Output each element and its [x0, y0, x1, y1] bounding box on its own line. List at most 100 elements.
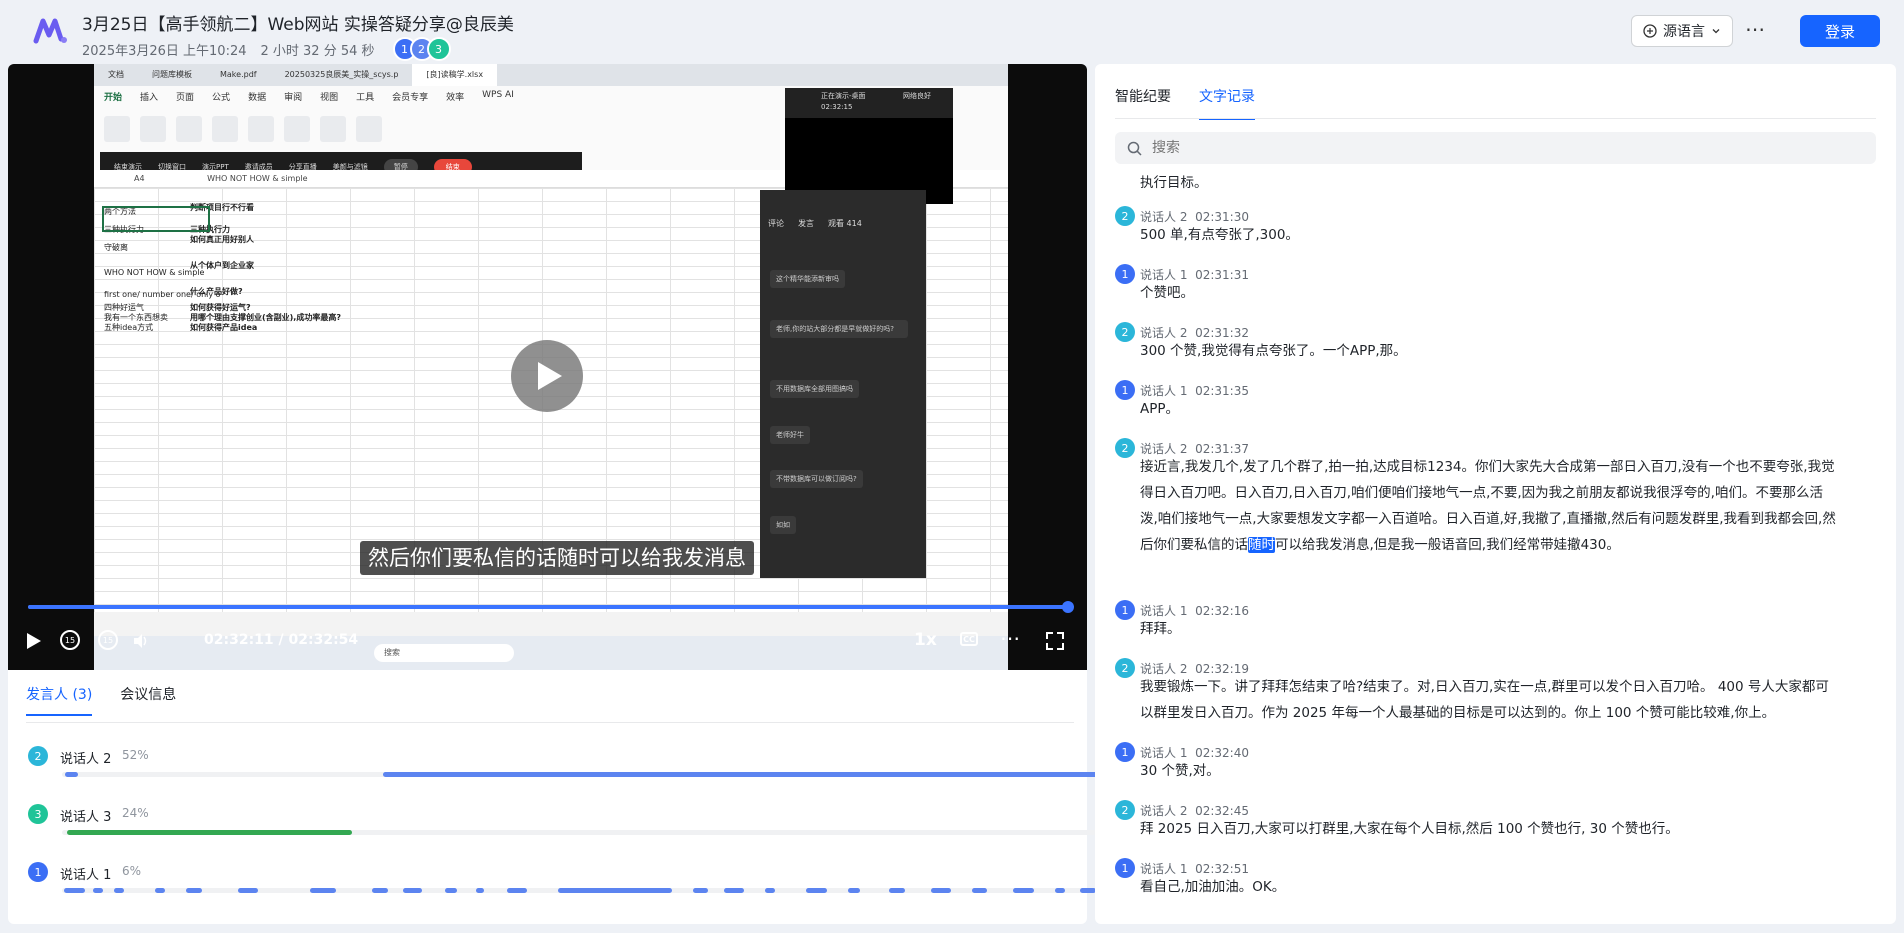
speakers-panel: 发言人 (3) 会议信息 2 说话人 2 52% 3 说话人 3 24% 1 说…: [8, 670, 1417, 924]
transcript-search[interactable]: [1115, 132, 1876, 164]
avatar: 3: [426, 37, 451, 61]
speech-segment: [692, 888, 709, 893]
speech-segment: [155, 888, 166, 893]
speaker-badge: 2: [1115, 438, 1135, 458]
speech-segment: [971, 888, 988, 893]
captions-icon[interactable]: CC: [960, 632, 978, 646]
speaker-tabs: 发言人 (3) 会议信息: [26, 684, 176, 716]
ribbon-menu-item: 开始: [104, 93, 123, 103]
speech-segment: [372, 888, 388, 893]
ribbon-menu-item: 公式: [212, 93, 231, 103]
source-language-button[interactable]: 源语言: [1631, 15, 1733, 47]
preview-network: 网络良好: [903, 92, 931, 100]
sheet-cell: 五种idea方式: [104, 323, 154, 332]
transcript-panel: 智能纪要 文字记录 执行目标。 2 说话人 2 02:31:30 500 单,有…: [1095, 64, 1896, 924]
speaker-percent: 6%: [122, 864, 142, 878]
ribbon-menu-item: WPS AI: [482, 90, 514, 100]
ribbon-menu-item: 插入: [140, 93, 159, 103]
tab-speakers[interactable]: 发言人 (3): [26, 684, 93, 716]
entry-text: 拜 2025 日入百刀,大家可以打群里,大家在每个人目标,然后 100 个赞也行…: [1140, 821, 1679, 837]
chat-tab: 评论: [768, 219, 784, 228]
ribbon-menu-item: 效率: [446, 93, 465, 103]
speaker-row[interactable]: 2 说话人 2 52%: [28, 746, 1417, 786]
sheet-cell: 从个体户到企业家: [190, 261, 254, 270]
divider: [26, 722, 1074, 723]
player-controls: 15 15 02:32:11 / 02:32:54 1x CC ⋯: [8, 624, 1087, 660]
browser-tab: 20250325良辰美_实操_scys.p: [284, 70, 399, 79]
speech-segment: [1013, 888, 1034, 893]
more-icon[interactable]: ⋯: [1000, 626, 1020, 650]
browser-tab: [良]读稿学.xlsx: [412, 64, 498, 86]
playback-speed-button[interactable]: 1x: [914, 630, 937, 650]
ribbon-menu-item: 视图: [320, 93, 339, 103]
speaker-timeline[interactable]: [62, 888, 1096, 893]
fullscreen-icon[interactable]: [1046, 632, 1064, 650]
meeting-duration: 2 小时 32 分 54 秒: [260, 43, 375, 59]
speaker-timeline[interactable]: [62, 830, 1096, 835]
entry-text: 我要锻炼一下。讲了拜拜怎结束了哈?结束了。对,日入百刀,实在一点,群里可以发个日…: [1140, 679, 1829, 721]
time-display: 02:32:11 / 02:32:54: [204, 632, 359, 648]
entry-text: 执行目标。: [1140, 175, 1208, 191]
speech-segment: [506, 888, 528, 893]
speaker-percent: 52%: [122, 748, 149, 762]
play-icon[interactable]: [26, 632, 42, 650]
ribbon-menu-item: 数据: [248, 93, 267, 103]
ribbon-menu-item: 会员专享: [392, 93, 429, 103]
progress-handle[interactable]: [1062, 601, 1075, 613]
preview-label: 正在演示-桌面: [821, 92, 866, 100]
ribbon-button: [176, 116, 202, 142]
tab-transcript[interactable]: 文字记录: [1199, 86, 1255, 120]
video-progress-bar[interactable]: [28, 601, 1075, 613]
chat-message: 不带数据库可以做订阅吗?: [770, 470, 863, 488]
entry-text: 30 个赞,对。: [1140, 763, 1220, 779]
divider: [1115, 118, 1876, 119]
search-input[interactable]: [1150, 139, 1854, 157]
speaker-percent: 24%: [122, 806, 149, 820]
speech-segment: [723, 888, 745, 893]
translate-icon: [1643, 24, 1657, 38]
transcript-list: 执行目标。 2 说话人 2 02:31:30 500 单,有点夸张了,300。 …: [1115, 172, 1885, 924]
search-icon: [1127, 141, 1142, 156]
video-player[interactable]: 文档 问题库模板 Make.pdf 20250325良辰美_实操_scys.p …: [8, 64, 1087, 670]
tab-smart-summary[interactable]: 智能纪要: [1115, 86, 1171, 120]
login-button[interactable]: 登录: [1800, 15, 1880, 47]
speech-segment: [65, 772, 78, 777]
more-options-icon[interactable]: ⋯: [1745, 17, 1766, 41]
participant-avatars[interactable]: 1 2 3: [392, 37, 451, 61]
rewind-15-icon[interactable]: 15: [60, 630, 80, 650]
speaker-row[interactable]: 1 说话人 1 6%: [28, 862, 1096, 902]
speech-segment: [113, 888, 125, 893]
speaker-badge: 1: [1115, 858, 1135, 878]
ribbon-menu-item: 页面: [176, 93, 195, 103]
speech-segment: [93, 888, 104, 893]
sheet-cell: 什么产品好做?: [190, 287, 243, 296]
speech-segment: [475, 888, 484, 893]
meeting-meta: 2025年3月26日 上午10:24 2 小时 32 分 54 秒 1 2 3: [82, 37, 451, 61]
chat-tab: 发言: [798, 219, 814, 228]
forward-15-icon[interactable]: 15: [98, 630, 118, 650]
chat-message: 老师,你的站大部分都是早就做好的吗?: [770, 320, 908, 338]
speech-segment: [444, 888, 457, 893]
speech-segment: [237, 888, 259, 893]
speech-segment: [806, 888, 828, 893]
chat-message: 不用数据库全部用图搞吗: [770, 380, 859, 398]
video-subtitle: 然后你们要私信的话随时可以给我发消息: [360, 541, 754, 575]
entry-text: 看自己,加油加油。OK。: [1140, 879, 1286, 895]
speaker-timeline[interactable]: [62, 772, 1417, 777]
volume-icon[interactable]: [132, 632, 150, 650]
speech-segment: [186, 888, 202, 893]
app-logo-icon: [33, 18, 67, 44]
entry-text-part: 可以给我发消息,但是我一般语音回,我们经常带娃撤430。: [1275, 537, 1620, 553]
sheet-cell: 如何真正用好别人: [190, 235, 254, 244]
progress-fill: [28, 605, 1069, 609]
speech-segment: [889, 888, 905, 893]
speaker-name: 说话人 2: [60, 752, 112, 767]
speech-segment: [558, 888, 673, 893]
speech-segment: [64, 888, 85, 893]
play-overlay-button[interactable]: [511, 340, 583, 412]
speaker-badge: 2: [1115, 206, 1135, 226]
speech-segment: [1080, 888, 1096, 893]
speaker-row[interactable]: 3 说话人 3 24%: [28, 804, 1096, 844]
tab-meeting-info[interactable]: 会议信息: [120, 684, 176, 716]
ribbon-menu-item: 工具: [356, 93, 375, 103]
